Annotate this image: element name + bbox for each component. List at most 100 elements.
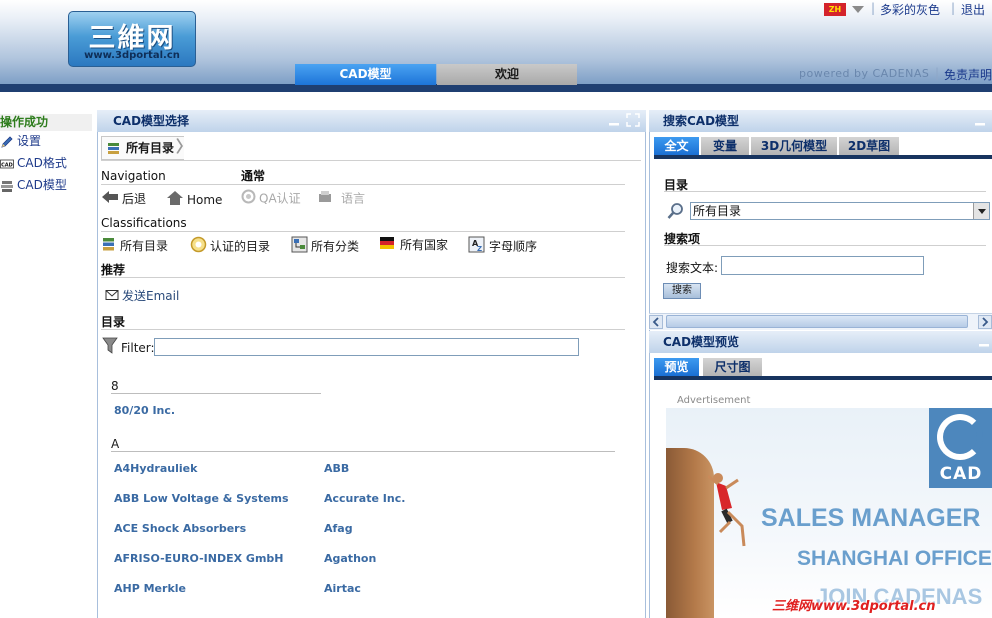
company-link[interactable]: Airtac: [324, 582, 361, 595]
scroll-left-icon[interactable]: [649, 315, 663, 329]
catalog-books-icon: [101, 236, 117, 257]
back-arrow-icon: [101, 190, 119, 209]
theme-link[interactable]: 多彩的灰色: [880, 1, 940, 18]
section-title-classifications: Classifications: [101, 216, 187, 230]
send-email-label: 发送Email: [122, 289, 180, 303]
section-title-general: 通常: [241, 169, 266, 183]
company-link[interactable]: ABB: [324, 462, 349, 475]
sidebar-item-cad-model[interactable]: CAD模型: [0, 176, 67, 194]
cadenas-logo: CAD: [929, 408, 992, 488]
header-spacer: [0, 92, 992, 110]
sidebar-item-label: CAD模型: [17, 178, 67, 192]
disclaimer-link[interactable]: 免责声明: [944, 66, 992, 83]
filter-input[interactable]: [154, 338, 579, 356]
logout-link[interactable]: 退出: [961, 1, 985, 18]
panel-title-preview: CAD模型预览: [649, 331, 992, 353]
classification-label: 字母顺序: [489, 239, 538, 254]
tab-cad-models[interactable]: CAD模型: [295, 64, 436, 85]
company-link[interactable]: ABB Low Voltage & Systems: [114, 492, 289, 505]
search-text-input[interactable]: [721, 256, 924, 275]
logo-url: www.3dportal.cn: [84, 50, 180, 61]
catalog-letter-heading: 8: [111, 379, 119, 393]
home-button[interactable]: Home: [166, 190, 222, 208]
section-title-recommend: 推荐: [101, 263, 126, 277]
search-button[interactable]: 搜索: [663, 283, 701, 299]
divider: [101, 277, 625, 278]
breadcrumb-chevron-icon: 〉: [176, 137, 193, 156]
tab-2d-sketch[interactable]: 2D草图: [839, 137, 899, 155]
sidebar-item-cad-format[interactable]: CAD CAD格式: [0, 154, 67, 172]
filter-label: Filter:: [121, 341, 155, 355]
company-link[interactable]: Accurate Inc.: [324, 492, 405, 505]
all-catalogs-link[interactable]: 所有目录: [101, 236, 168, 254]
certified-badge-icon: [190, 236, 207, 258]
language-button[interactable]: 语言: [318, 189, 365, 207]
tab-variables[interactable]: 变量: [701, 137, 749, 155]
chevron-down-icon[interactable]: [852, 6, 864, 13]
powered-by-text: powered by CADENAS: [799, 67, 930, 80]
status-message: 操作成功: [0, 114, 92, 131]
certified-catalogs-link[interactable]: 认证的目录: [190, 236, 270, 254]
filter-label-group: Filter:: [102, 337, 155, 355]
company-link[interactable]: AHP Merkle: [114, 582, 186, 595]
directory-select[interactable]: 所有目录: [690, 202, 990, 220]
left-sidebar: 操作成功 设置 CAD CAD格式 CAD模型: [0, 110, 95, 618]
classification-label: 认证的目录: [210, 239, 271, 254]
all-countries-link[interactable]: 所有国家: [379, 236, 448, 254]
tab-3d-geometry[interactable]: 3D几何模型: [751, 137, 837, 155]
divider: [111, 393, 321, 394]
advertisement-banner[interactable]: CAD SALES MANAGER SHANGHAI OFFICE JOIN C…: [666, 408, 992, 618]
company-link[interactable]: Afag: [324, 522, 353, 535]
minimize-icon[interactable]: [608, 112, 620, 128]
qa-label: QA认证: [259, 191, 301, 206]
all-classes-link[interactable]: 所有分类: [291, 236, 359, 254]
pencil-icon: [0, 135, 14, 149]
company-link[interactable]: 80/20 Inc.: [114, 404, 175, 417]
tab-fulltext[interactable]: 全文: [654, 137, 699, 155]
language-flag-icon[interactable]: ZH: [824, 3, 846, 16]
cadenas-logo-text: CAD: [939, 464, 983, 484]
separator: |: [935, 66, 940, 80]
classification-label: 所有分类: [311, 239, 360, 254]
tab-preview[interactable]: 预览: [654, 358, 699, 376]
company-link[interactable]: ACE Shock Absorbers: [114, 522, 246, 535]
company-link[interactable]: Agathon: [324, 552, 376, 565]
dropdown-arrow-icon[interactable]: [973, 203, 989, 219]
watermark-text: 三维网www.3dportal.cn: [772, 599, 936, 614]
minimize-icon[interactable]: [974, 112, 986, 128]
scrollbar-thumb[interactable]: [666, 315, 968, 328]
company-link[interactable]: A4Hydrauliek: [114, 462, 197, 475]
alphabetical-link[interactable]: A Z 字母顺序: [468, 236, 537, 254]
minimize-icon[interactable]: [978, 333, 990, 349]
panel-title-cad-selection: CAD模型选择: [97, 110, 646, 132]
sidebar-item-label: 设置: [17, 134, 42, 148]
flag-icon: [379, 236, 397, 255]
header-bottom-bar: [0, 84, 992, 92]
magnifier-icon: [667, 202, 685, 223]
separator: |: [951, 1, 956, 15]
tab-dimension-drawing[interactable]: 尺寸图: [703, 358, 762, 376]
classification-tree-icon: [291, 236, 308, 258]
send-email-link[interactable]: 发送Email: [105, 287, 179, 305]
company-link[interactable]: AFRISO-EURO-INDEX GmbH: [114, 552, 284, 565]
sidebar-item-settings[interactable]: 设置: [0, 132, 41, 150]
scroll-right-icon[interactable]: [978, 315, 992, 329]
cad-model-selection-panel: [97, 110, 646, 618]
breadcrumb[interactable]: 所有目录 〉: [101, 136, 192, 160]
tab-welcome[interactable]: 欢迎: [437, 64, 577, 85]
section-title-navigation: Navigation: [101, 169, 166, 183]
svg-text:CAD: CAD: [1, 162, 13, 168]
language-icon: [318, 189, 338, 209]
site-logo[interactable]: 三維网 www.3dportal.cn: [68, 11, 196, 67]
divider: [101, 160, 641, 161]
divider: [111, 451, 615, 452]
tab-underline: [654, 155, 992, 159]
back-button[interactable]: 后退: [101, 190, 146, 208]
language-label: 语言: [341, 191, 366, 206]
back-label: 后退: [122, 192, 147, 206]
maximize-icon[interactable]: [626, 113, 640, 127]
breadcrumb-item[interactable]: 所有目录: [126, 141, 174, 155]
cad-model-icon: [0, 179, 14, 193]
qa-certified-button[interactable]: QA认证: [241, 189, 301, 207]
ad-headline: SALES MANAGER: [761, 504, 981, 532]
